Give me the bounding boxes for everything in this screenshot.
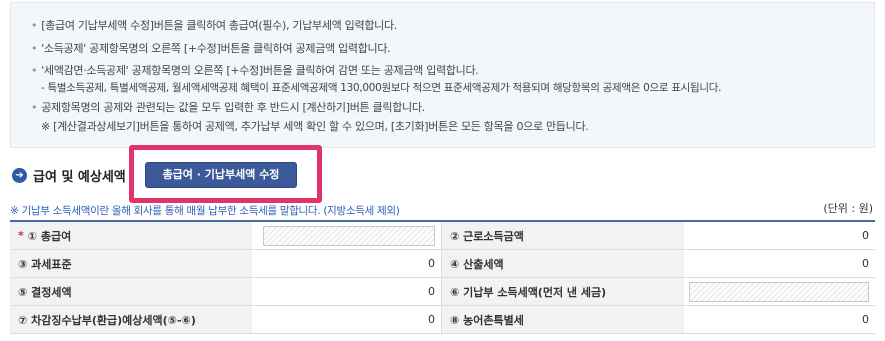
prepaid-tax-value	[684, 278, 875, 305]
guide-line-3: • '세액감면·소득공제' 공제항목명의 오른쪽 [+수정]버튼을 클릭하여 감면…	[31, 64, 479, 77]
guide-line-4-sub: ※ [계산결과상세보기]버튼을 통하여 공제액, 추가납부 세액 확인 할 수 …	[41, 120, 589, 133]
label-determined-tax: ⑤ 결정세액	[10, 278, 252, 305]
label-expected-refund: ⑦ 차감징수납부(환급)예상세액(⑤-⑥)	[10, 306, 252, 333]
label-calculated-tax: ④ 산출세액	[442, 250, 684, 277]
section-title: ➔ 급여 및 예상세액	[12, 166, 126, 185]
salary-tax-table: * ① 총급여 ② 근로소득금액 0 ③ 과세표준 0 ④ 산출세액 0 ⑤ 결정…	[10, 220, 875, 334]
arrow-right-icon: ➔	[12, 167, 27, 183]
label-rural-special-tax: ⑧ 농어촌특별세	[442, 306, 684, 333]
guide-line-1: • [총급여 기납부세액 수정]버튼을 클릭하여 총급여(필수), 기납부세액 입…	[31, 19, 397, 32]
table-row: ⑦ 차감징수납부(환급)예상세액(⑤-⑥) 0 ⑧ 농어촌특별세 0	[10, 306, 875, 334]
guide-line-2: • '소득공제' 공제항목명의 오른쪽 [+수정]버튼을 클릭하여 공제금액 입력…	[31, 42, 391, 55]
unit-label: (단위 : 원)	[823, 202, 873, 215]
label-total-salary: * ① 총급여	[10, 222, 252, 249]
table-row: ③ 과세표준 0 ④ 산출세액 0	[10, 250, 875, 278]
tax-note: ※ 기납부 소득세액이란 올해 회사를 통해 매월 납부한 소득세를 말합니다.…	[10, 205, 400, 217]
table-row: ⑤ 결정세액 0 ⑥ 기납부 소득세액(먼저 낸 세금)	[10, 278, 875, 306]
expected-refund-value: 0	[252, 306, 442, 333]
total-salary-input[interactable]	[263, 225, 435, 246]
edit-salary-tax-button[interactable]: 총급여 · 기납부세액 수정	[145, 162, 297, 188]
prepaid-tax-input[interactable]	[689, 281, 869, 302]
tax-base-value: 0	[252, 250, 442, 277]
guide-line-3-sub: - 특별소득공제, 특별세액공제, 월세액세액공제 혜택이 표준세액공제액 13…	[41, 82, 722, 94]
total-salary-value	[252, 222, 442, 249]
calculated-tax-value: 0	[862, 257, 869, 270]
guide-line-4: • 공제항목명의 공제와 관련되는 값을 모두 입력한 후 반드시 [계산하기]버…	[31, 101, 425, 114]
rural-special-tax-value: 0	[862, 313, 869, 326]
determined-tax-value: 0	[252, 278, 442, 305]
section-label: 급여 및 예상세액	[33, 169, 126, 185]
guide-box: • [총급여 기납부세액 수정]버튼을 클릭하여 총급여(필수), 기납부세액 입…	[10, 2, 875, 148]
table-row: * ① 총급여 ② 근로소득금액 0	[10, 222, 875, 250]
earned-income-value: 0	[862, 229, 869, 242]
label-tax-base: ③ 과세표준	[10, 250, 252, 277]
label-prepaid-tax: ⑥ 기납부 소득세액(먼저 낸 세금)	[442, 278, 684, 305]
label-earned-income: ② 근로소득금액	[442, 222, 684, 249]
required-mark: *	[18, 229, 24, 242]
